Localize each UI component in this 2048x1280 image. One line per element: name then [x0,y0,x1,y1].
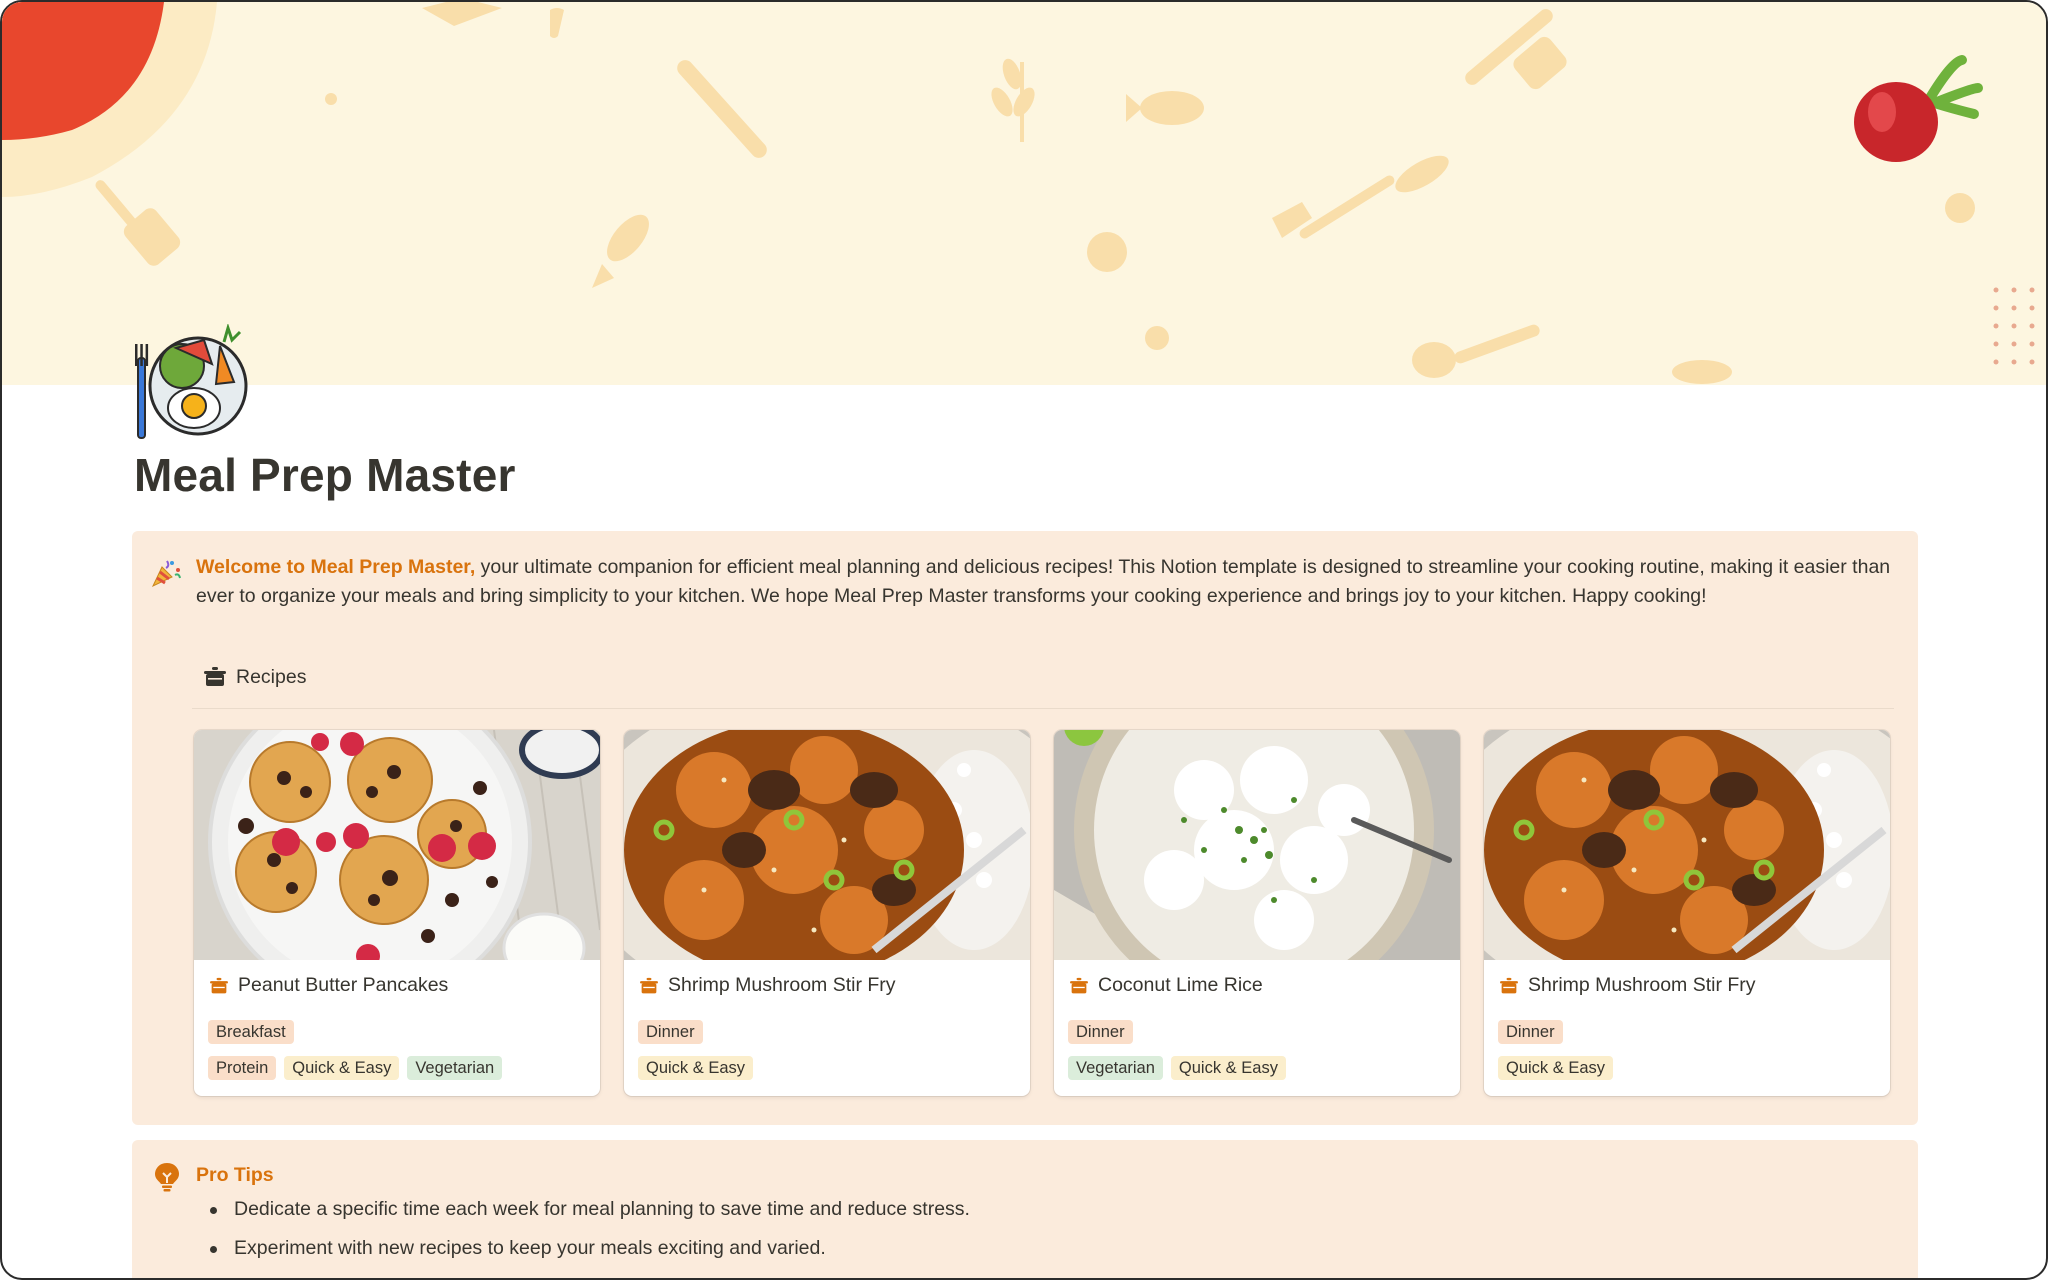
page-title[interactable]: Meal Prep Master [134,448,516,502]
list-item[interactable]: Experiment with new recipes to keep your… [196,1229,970,1268]
recipe-card[interactable]: Shrimp Mushroom Stir Fry Dinner Quick & … [624,730,1030,1096]
cooking-pot-icon [210,977,228,993]
welcome-text: Welcome to Meal Prep Master, your ultima… [196,553,1896,611]
recipes-label: Recipes [236,665,307,688]
recipe-card[interactable]: Coconut Lime Rice Dinner Vegetarian Quic… [1054,730,1460,1096]
list-item[interactable]: Dedicate a specific time each week for m… [196,1190,970,1229]
tag: Quick & Easy [284,1056,400,1080]
meal-type-tags: Breakfast [208,1020,294,1044]
pancakes-photo [194,730,600,960]
recipe-title-text: Shrimp Mushroom Stir Fry [668,974,896,996]
cooking-pot-icon [204,667,226,686]
meal-type-tags: Dinner [638,1020,703,1044]
cooking-pot-icon [1500,977,1518,993]
meal-type-tags: Dinner [1498,1020,1563,1044]
recipe-title-text: Peanut Butter Pancakes [238,974,449,996]
pro-tips-title: Pro Tips [196,1164,274,1186]
recipes-gallery: Peanut Butter Pancakes Breakfast Protein… [194,730,1896,1096]
stir-fry-photo [1484,730,1890,960]
food-pattern-cover [2,2,2035,384]
recipe-card[interactable]: Shrimp Mushroom Stir Fry Dinner Quick & … [1484,730,1890,1096]
tag: Vegetarian [1068,1056,1163,1080]
cover-image[interactable] [2,2,2046,385]
divider [192,708,1894,709]
tag: Dinner [1068,1020,1133,1044]
recipe-title[interactable]: Coconut Lime Rice [1070,974,1263,997]
tag: Protein [208,1056,277,1080]
welcome-highlight: Welcome to Meal Prep Master, [196,556,476,578]
category-tags: Quick & Easy [1498,1056,1614,1080]
page-frame: Meal Prep Master Welcome to Meal Prep Ma… [0,0,2048,1280]
recipe-title[interactable]: Shrimp Mushroom Stir Fry [640,974,896,997]
cooking-pot-icon [1070,977,1088,993]
category-tags: Vegetarian Quick & Easy [1068,1056,1286,1080]
stir-fry-photo [624,730,1030,960]
welcome-callout: Welcome to Meal Prep Master, your ultima… [132,531,1918,1125]
tag: Quick & Easy [1170,1056,1286,1080]
lime-rice-photo [1054,730,1460,960]
tips-list: Dedicate a specific time each week for m… [196,1190,970,1268]
pro-tips-callout: Pro Tips Dedicate a specific time each w… [132,1140,1918,1278]
tag: Breakfast [208,1020,294,1044]
tag: Dinner [638,1020,703,1044]
lightbulb-icon [155,1163,179,1192]
recipe-title-text: Shrimp Mushroom Stir Fry [1528,974,1756,996]
category-tags: Protein Quick & Easy Vegetarian [208,1056,503,1080]
tag: Quick & Easy [1498,1056,1614,1080]
recipes-database-title[interactable]: Recipes [204,661,306,693]
party-popper-icon [151,560,181,588]
meal-type-tags: Dinner [1068,1020,1133,1044]
tag: Vegetarian [407,1056,503,1080]
recipe-title-text: Coconut Lime Rice [1098,974,1263,996]
tag: Quick & Easy [638,1056,754,1080]
tag: Dinner [1498,1020,1563,1044]
recipe-card[interactable]: Peanut Butter Pancakes Breakfast Protein… [194,730,600,1096]
recipe-title[interactable]: Shrimp Mushroom Stir Fry [1500,974,1756,997]
category-tags: Quick & Easy [638,1056,754,1080]
recipe-title[interactable]: Peanut Butter Pancakes [210,974,448,997]
radish-icon [1854,55,1983,162]
meal-plate-icon [135,324,248,439]
cooking-pot-icon [640,977,658,993]
